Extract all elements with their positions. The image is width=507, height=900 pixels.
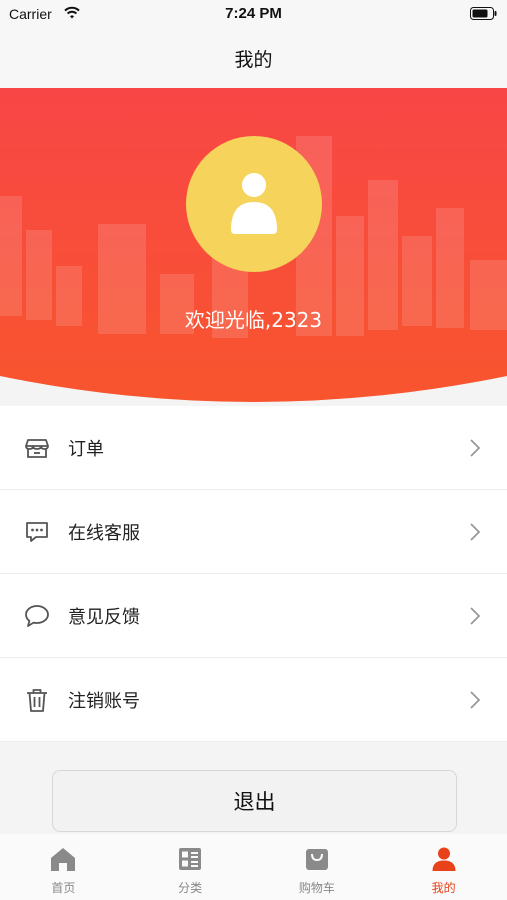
home-icon <box>49 845 77 873</box>
tab-category[interactable]: 分类 <box>127 834 254 900</box>
profile-header: 欢迎光临,2323 <box>0 88 507 408</box>
category-icon <box>176 845 204 873</box>
battery-icon <box>470 7 497 20</box>
menu-item-label: 在线客服 <box>68 522 140 544</box>
user-icon <box>231 173 277 234</box>
speech-bubble-icon <box>24 603 50 629</box>
tab-label: 首页 <box>51 881 76 895</box>
page-title: 我的 <box>234 48 273 71</box>
navigation-bar: 我的 <box>0 28 507 88</box>
chevron-right-icon <box>470 606 481 625</box>
menu-item-delete-account[interactable]: 注销账号 <box>0 658 507 742</box>
profile-menu: 订单 在线客服 意见反馈 注销账号 <box>0 406 507 742</box>
tab-label: 购物车 <box>298 881 335 895</box>
tab-label: 我的 <box>431 881 456 895</box>
avatar[interactable] <box>186 136 322 272</box>
menu-item-label: 意见反馈 <box>68 606 140 628</box>
menu-item-label: 注销账号 <box>68 690 140 712</box>
store-icon <box>24 435 50 461</box>
menu-item-customer-service[interactable]: 在线客服 <box>0 490 507 574</box>
status-bar: Carrier 7:24 PM <box>0 0 507 28</box>
clock-time: 7:24 PM <box>225 5 282 22</box>
chevron-right-icon <box>470 438 481 457</box>
trash-icon <box>24 687 50 713</box>
menu-item-orders[interactable]: 订单 <box>0 406 507 490</box>
tab-label: 分类 <box>178 881 203 895</box>
tab-cart[interactable]: 购物车 <box>254 834 381 900</box>
profile-icon <box>430 845 458 873</box>
logout-button[interactable]: 退出 <box>52 770 457 832</box>
chevron-right-icon <box>470 522 481 541</box>
chat-dots-icon <box>24 519 50 545</box>
menu-item-feedback[interactable]: 意见反馈 <box>0 574 507 658</box>
tab-profile[interactable]: 我的 <box>380 834 507 900</box>
chevron-right-icon <box>470 690 481 709</box>
tab-bar: 首页 分类 购物车 我的 <box>0 834 507 900</box>
cart-icon <box>303 845 331 873</box>
welcome-text: 欢迎光临,2323 <box>184 308 323 332</box>
tab-home[interactable]: 首页 <box>0 834 127 900</box>
menu-item-label: 订单 <box>68 438 104 460</box>
